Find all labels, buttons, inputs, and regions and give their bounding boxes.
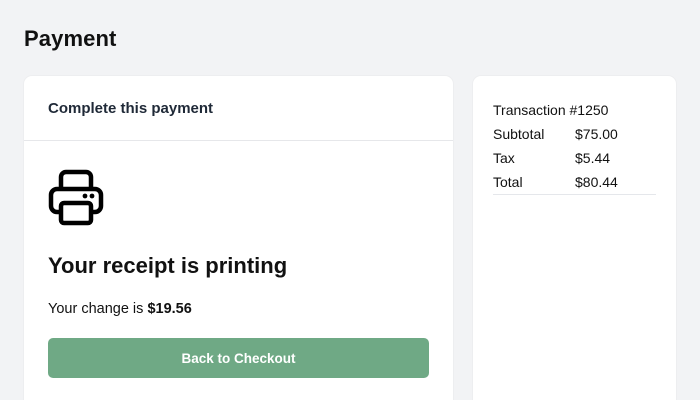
summary-label: Subtotal (493, 126, 545, 142)
summary-row-tax: Tax $5.44 (493, 146, 656, 170)
printer-icon (48, 169, 104, 226)
change-label: Your change is (48, 301, 144, 317)
summary-row-subtotal: Subtotal $75.00 (493, 122, 656, 146)
summary-value: $75.00 (575, 126, 618, 142)
back-to-checkout-button[interactable]: Back to Checkout (48, 338, 429, 378)
summary-value: $5.44 (575, 150, 611, 166)
summary-divider (493, 194, 656, 195)
payment-page: Payment Complete this payment Your recei… (0, 0, 700, 400)
change-amount: $19.56 (147, 301, 192, 317)
payment-card-body: Your receipt is printing Your change is … (24, 141, 453, 378)
change-line: Your change is $19.56 (48, 301, 429, 317)
summary-value: $80.44 (575, 174, 618, 190)
transaction-title: Transaction #1250 (493, 102, 609, 118)
summary-label: Tax (493, 150, 515, 166)
page-title: Payment (24, 26, 117, 51)
payment-card-header: Complete this payment (24, 76, 453, 141)
summary-row-total: Total $80.44 (493, 170, 656, 194)
transaction-summary-card: Transaction #1250 Subtotal $75.00 Tax $5… (473, 76, 676, 400)
payment-card: Complete this payment Your receipt is pr… (24, 76, 453, 400)
summary-label: Total (493, 174, 523, 190)
payment-card-title: Complete this payment (48, 99, 214, 117)
receipt-status-heading: Your receipt is printing (48, 253, 288, 278)
transaction-summary: Transaction #1250 Subtotal $75.00 Tax $5… (493, 98, 656, 195)
